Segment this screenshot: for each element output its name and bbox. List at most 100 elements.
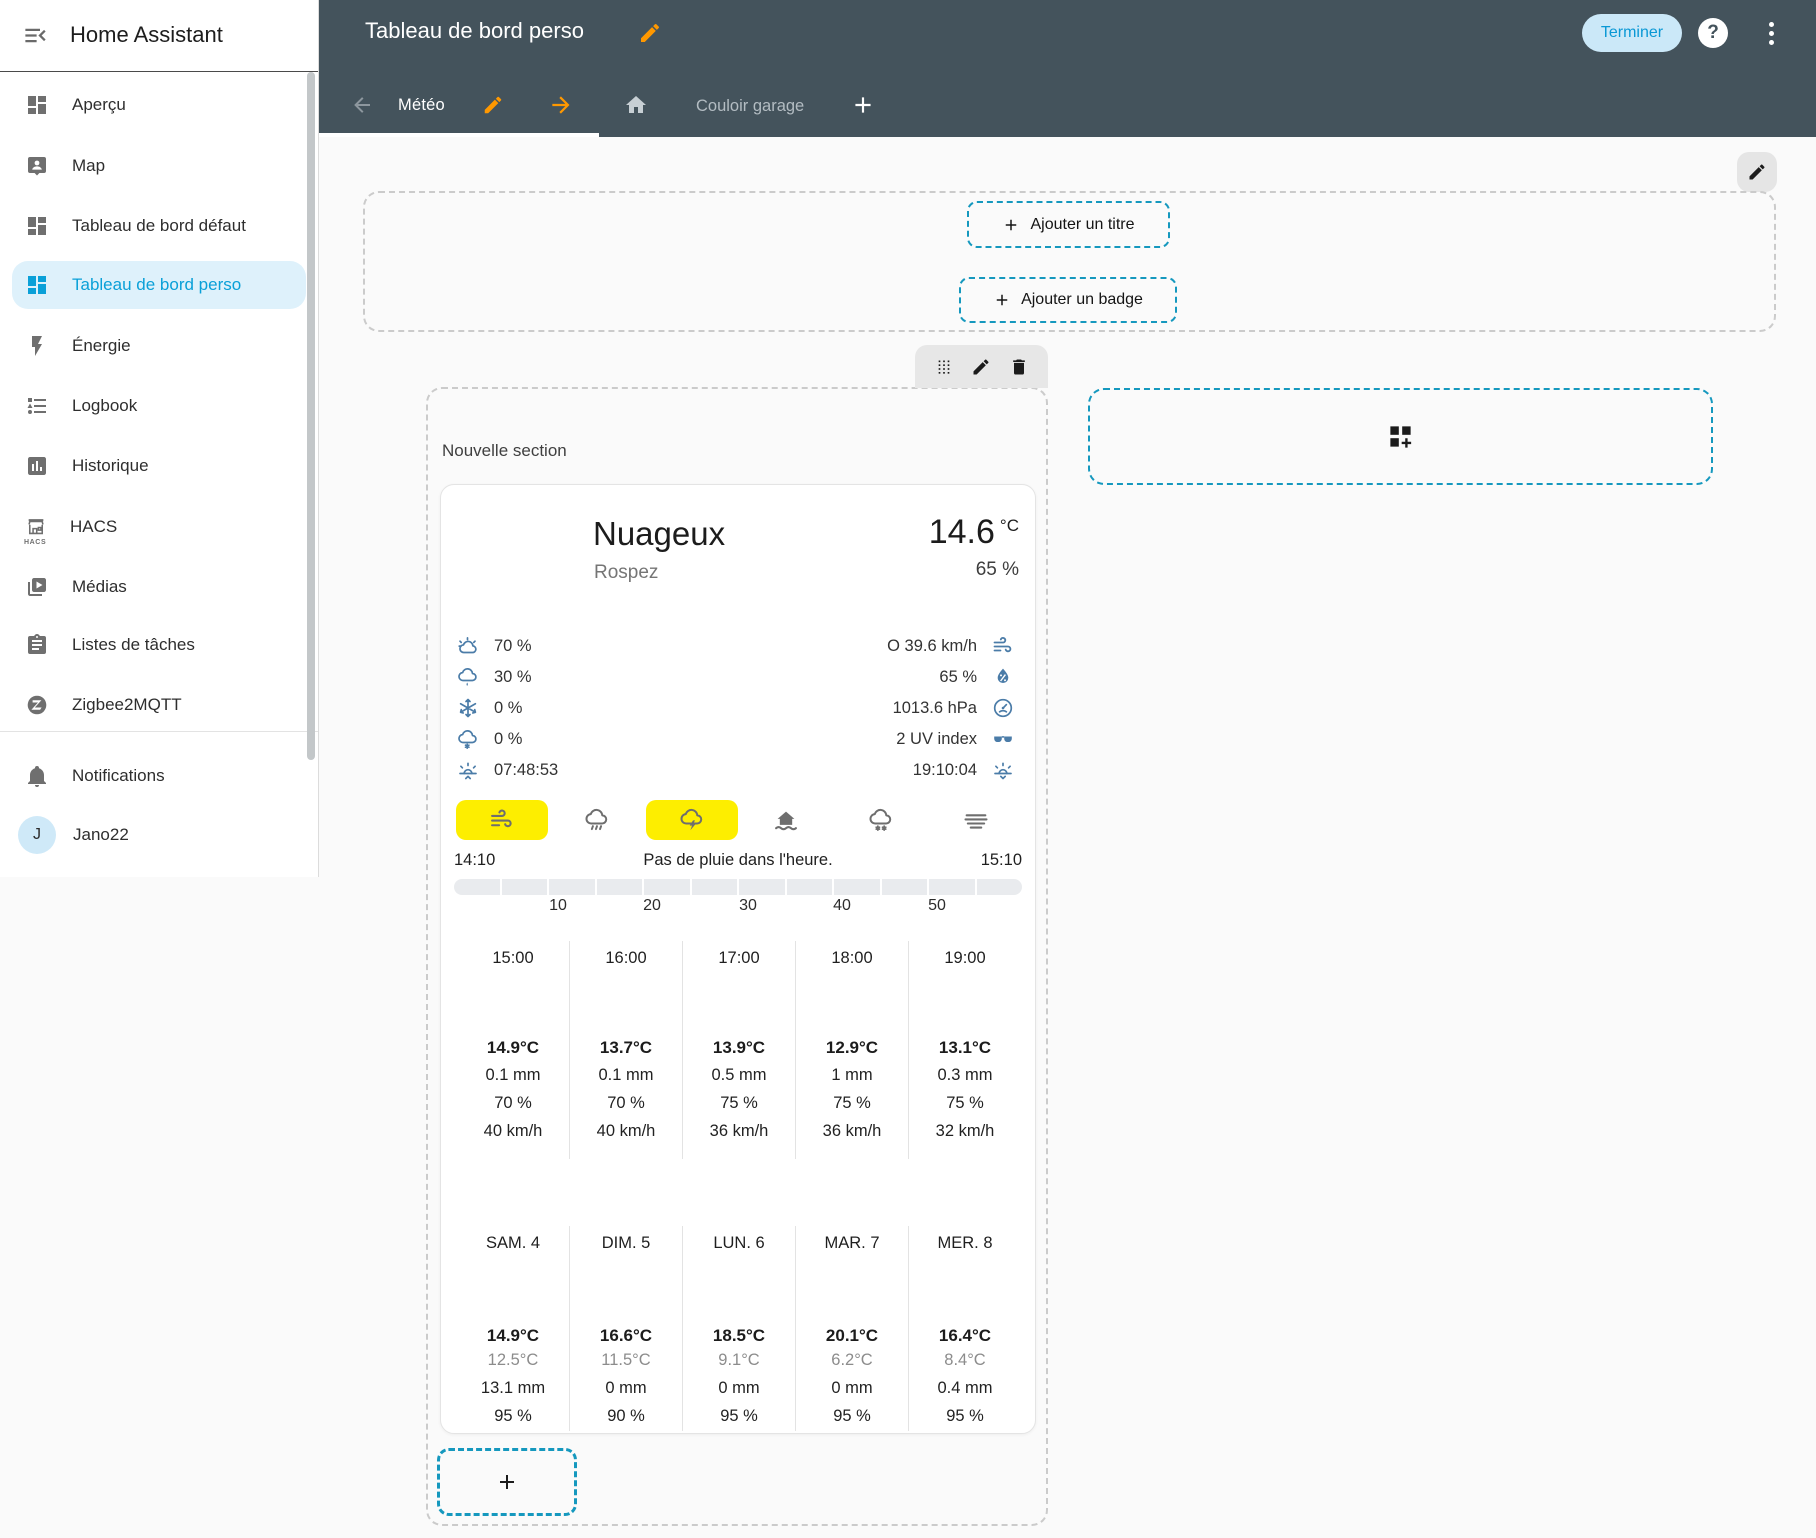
forecast-day: SAM. 4 <box>485 1234 541 1252</box>
precip-end-time: 15:10 <box>980 851 1022 869</box>
sidebar-scrollbar[interactable] <box>307 72 315 760</box>
sidebar-item-label: Tableau de bord défaut <box>72 216 246 235</box>
screen: Tableau de bord perso Terminer ? Météo C… <box>0 0 1816 1538</box>
pouring-icon <box>585 808 607 831</box>
temperature-unit: °C <box>999 516 1019 535</box>
help-icon[interactable]: ? <box>1698 18 1728 48</box>
add-title-label: Ajouter un titre <box>1030 215 1135 233</box>
fog-icon <box>964 814 988 829</box>
snowy-toggle[interactable] <box>835 800 927 840</box>
edit-section-pencil-icon[interactable] <box>971 357 991 377</box>
forecast-time: 18:00 <box>831 949 873 967</box>
sidebar-item-energie[interactable]: Énergie <box>12 322 306 370</box>
avatar: J <box>18 816 56 854</box>
lightning-rainy-icon <box>680 808 702 831</box>
windy-icon <box>491 809 512 828</box>
forecast-precip: 0.3 mm <box>937 1066 993 1084</box>
tab-home-icon[interactable] <box>624 93 648 117</box>
delete-section-trash-icon[interactable] <box>1009 357 1029 377</box>
sidebar-header: Home Assistant <box>0 0 318 72</box>
weather-card[interactable]: Nuageux Rospez 14.6 °C 65 % 70 % 30 % 0 %… <box>440 484 1036 1434</box>
snowflake-icon <box>456 696 480 720</box>
dashboard-icon <box>25 214 49 238</box>
forecast-temp: 13.9°C <box>712 1038 766 1057</box>
sidebar-item-listes-taches[interactable]: Listes de tâches <box>12 621 306 669</box>
forecast-precip: 0 mm <box>831 1379 873 1397</box>
forecast-day: LUN. 6 <box>713 1234 765 1252</box>
snow-probability-icon <box>456 727 480 751</box>
list-icon <box>25 394 49 418</box>
sidebar-item-zigbee2mqtt[interactable]: Zigbee2MQTT <box>12 681 306 729</box>
drag-handle-icon[interactable] <box>934 357 954 377</box>
forecast-precip: 0 mm <box>605 1379 647 1397</box>
sidebar-item-hacs[interactable]: HACS HACS <box>12 503 306 551</box>
sidebar-item-label: Tableau de bord perso <box>72 275 242 294</box>
sidebar-item-apercu[interactable]: Aperçu <box>12 81 306 129</box>
edit-title-pencil-icon[interactable] <box>638 21 662 45</box>
forecast-temp: 12.9°C <box>825 1038 879 1057</box>
add-card-button[interactable] <box>437 1448 577 1516</box>
plus-icon <box>1006 219 1017 230</box>
lightning-rainy-toggle[interactable] <box>645 800 738 840</box>
hourly-forecast: 15:00 14.9°C 0.1 mm 70 % 40 km/h 16:00 1… <box>457 941 1021 1159</box>
wind-icon <box>991 634 1015 658</box>
add-view-icon[interactable] <box>850 92 876 118</box>
sidebar-item-tableau-perso[interactable]: Tableau de bord perso <box>12 261 306 309</box>
flood-toggle[interactable] <box>740 800 832 840</box>
edit-dashboard-button[interactable] <box>1737 152 1777 192</box>
forecast-wind: 36 km/h <box>822 1122 882 1140</box>
help-glyph: ? <box>1707 22 1719 43</box>
user-name: Jano22 <box>73 825 129 844</box>
sidebar-item-historique[interactable]: Historique <box>12 442 306 490</box>
weather-temperature: 14.6 °C <box>928 513 1019 551</box>
scale-tick: 20 <box>643 897 661 914</box>
menu-toggle-icon[interactable] <box>22 22 49 49</box>
sidebar-item-medias[interactable]: Médias <box>12 563 306 611</box>
pouring-toggle[interactable] <box>551 800 643 840</box>
done-button[interactable]: Terminer <box>1582 14 1682 52</box>
move-view-left-icon[interactable] <box>350 93 374 117</box>
attribute-rain-probability: 30 % <box>456 665 532 689</box>
dashboard-icon <box>25 273 49 297</box>
overflow-menu-icon[interactable] <box>1762 19 1780 47</box>
hourly-column: 17:00 13.9°C 0.5 mm 75 % 36 km/h <box>682 941 795 1159</box>
sidebar-item-label: Aperçu <box>72 95 126 114</box>
move-view-right-icon[interactable] <box>548 92 574 118</box>
sidebar-item-tableau-defaut[interactable]: Tableau de bord défaut <box>12 202 306 250</box>
attribute-value: 2 UV index <box>896 729 977 748</box>
attribute-value: O 39.6 km/h <box>887 636 977 655</box>
forecast-humidity: 95 % <box>833 1407 871 1425</box>
sidebar-item-logbook[interactable]: Logbook <box>12 382 306 430</box>
edit-view-pencil-icon[interactable] <box>482 94 504 116</box>
add-badge-button[interactable]: Ajouter un badge <box>959 277 1177 323</box>
tab-meteo[interactable]: Météo <box>398 96 445 115</box>
forecast-time: 16:00 <box>605 949 647 967</box>
sunrise-icon <box>456 758 480 782</box>
precipitation-scale: 10 20 30 40 50 <box>454 897 1022 917</box>
tab-couloir-garage[interactable]: Couloir garage <box>696 97 804 116</box>
empty-section-add-area[interactable] <box>1088 388 1713 485</box>
hourly-column: 19:00 13.1°C 0.3 mm 75 % 32 km/h <box>908 941 1021 1159</box>
windy-toggle[interactable] <box>456 800 548 840</box>
clipboard-list-icon <box>25 633 49 657</box>
forecast-day: MAR. 7 <box>824 1234 880 1252</box>
map-person-icon <box>25 154 49 178</box>
forecast-high: 16.4°C <box>938 1326 992 1345</box>
attribute-value: 30 % <box>494 667 532 686</box>
forecast-humidity: 95 % <box>494 1407 532 1425</box>
sidebar-item-user[interactable]: J Jano22 <box>12 811 306 859</box>
forecast-time: 15:00 <box>492 949 534 967</box>
partly-cloudy-icon <box>456 634 480 658</box>
forecast-day: DIM. 5 <box>601 1234 651 1252</box>
page-title: Tableau de bord perso <box>365 18 584 43</box>
forecast-humidity: 95 % <box>720 1407 758 1425</box>
sidebar-item-label: Logbook <box>72 396 138 415</box>
add-title-button[interactable]: Ajouter un titre <box>967 201 1170 248</box>
fog-toggle[interactable] <box>930 800 1022 840</box>
sidebar-item-notifications[interactable]: Notifications <box>12 752 306 800</box>
forecast-low: 6.2°C <box>831 1351 873 1369</box>
sidebar-item-label: Médias <box>72 577 127 596</box>
sidebar-item-label: Listes de tâches <box>72 635 195 654</box>
sidebar-item-map[interactable]: Map <box>12 142 306 190</box>
sidebar-item-label: HACS <box>70 517 118 536</box>
